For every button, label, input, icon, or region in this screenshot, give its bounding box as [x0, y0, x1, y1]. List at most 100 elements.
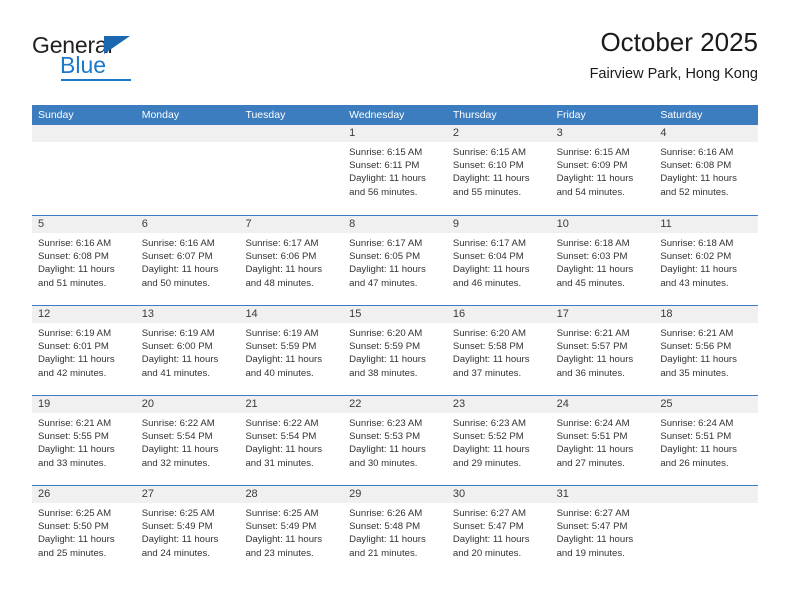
day-detail-text: Sunrise: 6:20 AM Sunset: 5:59 PM Daylight:… [343, 323, 447, 380]
day-detail-line: Sunrise: 6:22 AM [141, 418, 215, 429]
day-cell[interactable]: 23 Sunrise: 6:23 AM Sunset: 5:52 PM Dayligh… [446, 396, 551, 485]
day-number: 13 [141, 308, 154, 320]
day-cell[interactable]: 10 Sunrise: 6:18 AM Sunset: 6:03 PM Dayligh… [550, 216, 655, 305]
day-detail-text: Sunrise: 6:18 AM Sunset: 6:03 PM Daylight:… [551, 233, 655, 290]
day-detail-line: Sunset: 6:03 PM [556, 251, 628, 263]
day-detail-line: Sunrise: 6:23 AM [349, 418, 423, 429]
day-cell[interactable]: 15 Sunrise: 6:20 AM Sunset: 5:59 PM Dayligh… [343, 306, 447, 395]
day-cell[interactable]: 1 Sunrise: 6:15 AM Sunset: 6:11 PM Daylight… [343, 125, 447, 215]
day-detail-line: and 42 minutes. [38, 367, 107, 379]
calendar-week-row: 19 Sunrise: 6:21 AM Sunset: 5:55 PM Dayligh… [32, 395, 759, 485]
day-detail-line: Sunset: 5:47 PM [452, 521, 524, 533]
day-cell[interactable]: 27 Sunrise: 6:25 AM Sunset: 5:49 PM Dayligh… [135, 486, 240, 575]
day-number-band [654, 486, 759, 503]
day-detail-line: and 32 minutes. [141, 457, 210, 469]
day-cell[interactable]: 9 Sunrise: 6:17 AM Sunset: 6:04 PM Daylight… [446, 216, 551, 305]
day-detail-line: Sunset: 5:58 PM [452, 341, 524, 353]
day-detail-line: Sunset: 5:51 PM [556, 431, 628, 443]
day-detail-line: Daylight: 11 hours [556, 534, 634, 546]
day-cell[interactable]: 29 Sunrise: 6:26 AM Sunset: 5:48 PM Dayligh… [343, 486, 447, 575]
day-cell[interactable]: 16 Sunrise: 6:20 AM Sunset: 5:58 PM Dayligh… [446, 306, 551, 395]
day-cell[interactable]: 12 Sunrise: 6:19 AM Sunset: 6:01 PM Dayligh… [32, 306, 136, 395]
day-detail-line: and 47 minutes. [349, 277, 418, 289]
day-detail-line: Daylight: 11 hours [38, 264, 115, 276]
day-detail-line: Sunset: 5:55 PM [38, 431, 109, 443]
day-detail-line: Daylight: 11 hours [38, 444, 115, 456]
day-number: 28 [245, 488, 258, 500]
day-number: 9 [452, 218, 459, 230]
day-cell[interactable]: 28 Sunrise: 6:25 AM Sunset: 5:49 PM Dayligh… [239, 486, 344, 575]
day-cell[interactable]: 17 Sunrise: 6:21 AM Sunset: 5:57 PM Dayligh… [550, 306, 655, 395]
day-number-band [32, 125, 136, 142]
day-cell[interactable]: 5 Sunrise: 6:16 AM Sunset: 6:08 PM Daylight… [32, 216, 136, 305]
day-detail-text: Sunrise: 6:19 AM Sunset: 6:00 PM Daylight:… [136, 323, 240, 380]
day-detail-line: and 45 minutes. [556, 277, 625, 289]
day-detail-line: and 40 minutes. [245, 367, 314, 379]
day-detail-text: Sunrise: 6:15 AM Sunset: 6:10 PM Daylight:… [447, 142, 551, 199]
day-number: 21 [245, 398, 258, 410]
day-cell[interactable]: 3 Sunrise: 6:15 AM Sunset: 6:09 PM Daylight… [550, 125, 655, 215]
day-detail-line: Sunrise: 6:21 AM [556, 328, 630, 339]
day-detail-line: and 52 minutes. [660, 186, 729, 198]
day-number: 8 [349, 218, 356, 230]
day-detail-line: Sunrise: 6:16 AM [141, 238, 215, 249]
day-number-band: 4 [654, 125, 759, 142]
day-detail-text: Sunrise: 6:25 AM Sunset: 5:49 PM Daylight:… [136, 503, 240, 560]
day-cell[interactable]: 22 Sunrise: 6:23 AM Sunset: 5:53 PM Dayligh… [343, 396, 447, 485]
day-cell[interactable]: 24 Sunrise: 6:24 AM Sunset: 5:51 PM Dayligh… [550, 396, 655, 485]
day-cell[interactable]: 6 Sunrise: 6:16 AM Sunset: 6:07 PM Daylight… [135, 216, 240, 305]
day-cell[interactable]: 25 Sunrise: 6:24 AM Sunset: 5:51 PM Dayligh… [654, 396, 759, 485]
day-detail-line: Sunrise: 6:19 AM [38, 328, 112, 339]
day-number-band: 12 [32, 306, 136, 323]
calendar-grid: Sunday Monday Tuesday Wednesday Thursday Frid… [32, 105, 759, 575]
weekday-header-friday: Friday [556, 109, 586, 121]
day-cell[interactable]: 19 Sunrise: 6:21 AM Sunset: 5:55 PM Dayligh… [32, 396, 136, 485]
day-detail-line: Daylight: 11 hours [556, 354, 634, 366]
day-detail-line: Sunrise: 6:15 AM [556, 147, 630, 158]
day-number-band: 23 [446, 396, 551, 413]
day-detail-line: Sunset: 5:59 PM [349, 341, 421, 353]
day-number-band: 7 [239, 216, 344, 233]
day-cell[interactable]: 31 Sunrise: 6:27 AM Sunset: 5:47 PM Dayligh… [550, 486, 655, 575]
day-cell[interactable]: 18 Sunrise: 6:21 AM Sunset: 5:56 PM Dayligh… [654, 306, 759, 395]
day-number: 23 [452, 398, 466, 410]
day-number-band: 31 [550, 486, 655, 503]
day-cell[interactable]: 14 Sunrise: 6:19 AM Sunset: 5:59 PM Dayligh… [239, 306, 344, 395]
day-number: 10 [556, 218, 569, 230]
day-cell[interactable]: 2 Sunrise: 6:15 AM Sunset: 6:10 PM Daylight… [446, 125, 551, 215]
day-number-band [135, 125, 240, 142]
day-cell[interactable]: 20 Sunrise: 6:22 AM Sunset: 5:54 PM Dayligh… [135, 396, 240, 485]
day-detail-line: Daylight: 11 hours [660, 264, 737, 276]
day-number: 16 [452, 308, 466, 320]
day-detail-line: and 35 minutes. [660, 367, 729, 379]
day-detail-line: Sunset: 5:53 PM [349, 431, 421, 443]
day-cell[interactable]: 21 Sunrise: 6:22 AM Sunset: 5:54 PM Dayligh… [239, 396, 344, 485]
day-cell-empty [239, 125, 344, 215]
day-cell[interactable]: 30 Sunrise: 6:27 AM Sunset: 5:47 PM Dayligh… [446, 486, 551, 575]
day-number: 24 [556, 398, 569, 410]
day-cell[interactable]: 13 Sunrise: 6:19 AM Sunset: 6:00 PM Dayligh… [135, 306, 240, 395]
day-detail-line: Daylight: 11 hours [349, 534, 426, 546]
day-cell[interactable]: 7 Sunrise: 6:17 AM Sunset: 6:06 PM Daylight… [239, 216, 344, 305]
day-detail-line: Sunrise: 6:24 AM [660, 418, 734, 429]
day-detail-line: and 43 minutes. [660, 277, 729, 289]
day-cell[interactable]: 8 Sunrise: 6:17 AM Sunset: 6:05 PM Daylight… [343, 216, 447, 305]
day-cell[interactable]: 4 Sunrise: 6:16 AM Sunset: 6:08 PM Daylight… [654, 125, 759, 215]
day-number: 7 [245, 218, 252, 230]
weekday-header-row: Sunday Monday Tuesday Wednesday Thursday Frid… [32, 105, 758, 125]
day-number-band: 10 [550, 216, 655, 233]
day-detail-line: Sunrise: 6:25 AM [38, 508, 112, 519]
day-detail-line: Daylight: 11 hours [349, 444, 426, 456]
day-cell[interactable]: 11 Sunrise: 6:18 AM Sunset: 6:02 PM Dayligh… [654, 216, 759, 305]
day-detail-line: and 48 minutes. [245, 277, 314, 289]
day-number-band: 2 [446, 125, 551, 142]
day-detail-line: Sunrise: 6:27 AM [556, 508, 630, 519]
day-cell[interactable]: 26 Sunrise: 6:25 AM Sunset: 5:50 PM Dayligh… [32, 486, 136, 575]
day-detail-line: Daylight: 11 hours [245, 354, 323, 366]
day-detail-line: Sunrise: 6:25 AM [245, 508, 319, 519]
day-detail-line: and 19 minutes. [556, 547, 625, 559]
day-number-band: 26 [32, 486, 136, 503]
day-detail-line: Sunset: 5:54 PM [141, 431, 213, 443]
day-detail-text [32, 142, 136, 146]
calendar-weeks: 1 Sunrise: 6:15 AM Sunset: 6:11 PM Daylight… [32, 125, 759, 575]
